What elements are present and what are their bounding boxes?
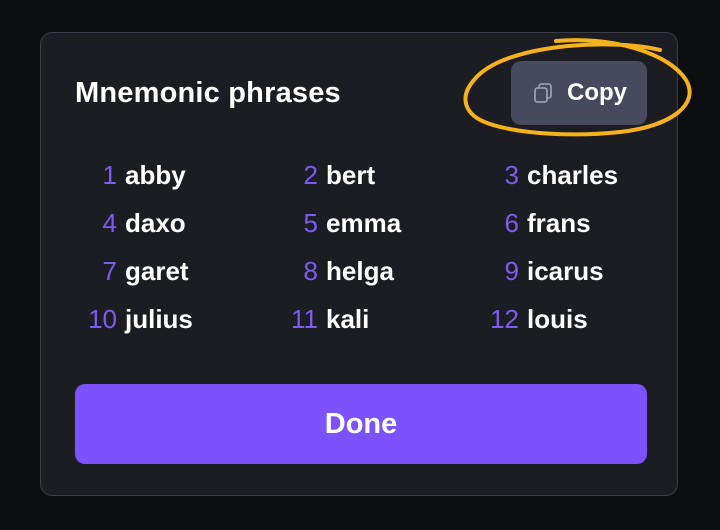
stage: Mnemonic phrases Copy 1 abby 2 bert 3 ch (0, 0, 720, 530)
word-text: louis (527, 303, 588, 334)
word-index: 1 (102, 159, 117, 190)
word-item: 12 louis (477, 295, 655, 343)
copy-icon (531, 81, 555, 105)
word-grid: 1 abby 2 bert 3 charles 4 daxo 5 emma 6 … (75, 151, 655, 343)
word-item: 9 icarus (477, 247, 655, 295)
word-text: kali (326, 303, 370, 334)
copy-button-label: Copy (567, 79, 627, 106)
word-index: 6 (504, 207, 519, 238)
done-button[interactable]: Done (75, 384, 647, 464)
word-index: 2 (303, 159, 318, 190)
word-index: 8 (303, 255, 318, 286)
word-item: 3 charles (477, 151, 655, 199)
word-item: 2 bert (276, 151, 477, 199)
word-item: 8 helga (276, 247, 477, 295)
word-text: emma (326, 207, 402, 238)
word-text: icarus (527, 255, 604, 286)
word-text: frans (527, 207, 591, 238)
word-item: 4 daxo (75, 199, 276, 247)
word-text: helga (326, 255, 394, 286)
word-index: 5 (303, 207, 318, 238)
word-item: 6 frans (477, 199, 655, 247)
word-item: 7 garet (75, 247, 276, 295)
word-text: charles (527, 159, 619, 190)
done-button-label: Done (324, 407, 398, 440)
word-item: 11 kali (276, 295, 477, 343)
word-item: 5 emma (276, 199, 477, 247)
word-index: 12 (490, 303, 519, 334)
word-text: julius (125, 303, 193, 334)
copy-button[interactable]: Copy (511, 61, 647, 125)
word-text: garet (125, 255, 189, 286)
mnemonic-dialog: Mnemonic phrases Copy 1 abby 2 bert 3 ch (40, 32, 678, 496)
word-index: 7 (102, 255, 117, 286)
word-item: 10 julius (75, 295, 276, 343)
word-item: 1 abby (75, 151, 276, 199)
dialog-title: Mnemonic phrases (75, 77, 341, 109)
word-text: abby (125, 159, 186, 190)
word-index: 4 (102, 207, 117, 238)
word-index: 9 (504, 255, 519, 286)
word-text: daxo (125, 207, 186, 238)
word-index: 10 (88, 303, 117, 334)
word-text: bert (326, 159, 376, 190)
word-index: 3 (504, 159, 519, 190)
word-index: 11 (291, 303, 318, 334)
